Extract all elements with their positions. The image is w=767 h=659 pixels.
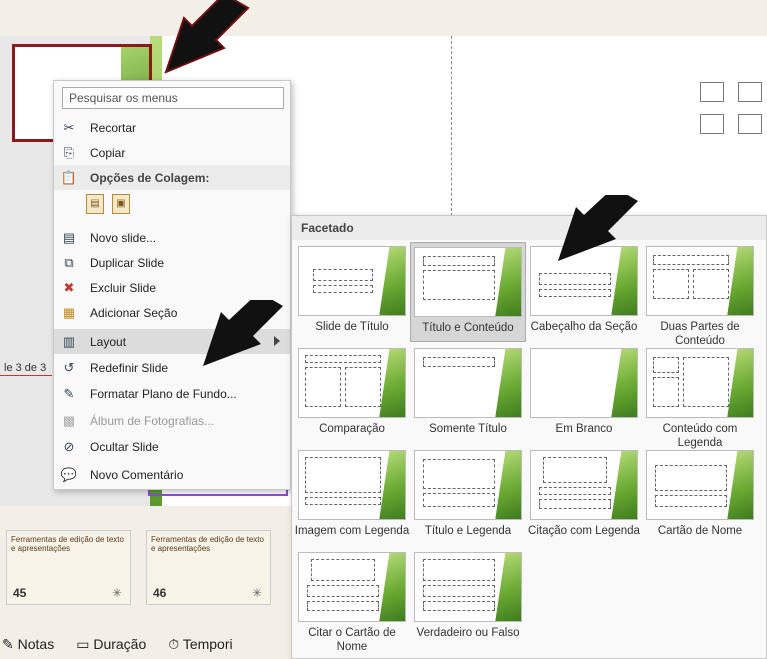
status-bar: ✎ Notas ▭ Duração ⏱ Tempori bbox=[0, 630, 295, 659]
duration-button[interactable]: ▭ Duração bbox=[76, 636, 146, 653]
paste-keep-format-icon[interactable]: ▤ bbox=[86, 194, 104, 214]
selection-frame bbox=[148, 490, 288, 496]
layout-em-branco[interactable]: Em Branco bbox=[526, 344, 642, 444]
paste-options: ▤ ▣ bbox=[86, 194, 130, 214]
add-section-icon: ▦ bbox=[62, 304, 76, 320]
reset-slide-icon: ↺ bbox=[63, 359, 75, 375]
paste-options-header: 📋 Opções de Colagem: bbox=[54, 165, 290, 190]
menu-item-label: Copiar bbox=[90, 145, 126, 160]
scissors-icon: ✂ bbox=[63, 119, 75, 135]
copy-icon: ⎘ bbox=[63, 144, 75, 160]
layout-label: Título e Legenda bbox=[424, 525, 512, 537]
menu-item-excluir-slide[interactable]: ✖ Excluir Slide bbox=[54, 275, 290, 300]
slide-number: 46 bbox=[153, 586, 167, 600]
sparkle-icon: ✳ bbox=[111, 586, 122, 600]
slide-thumb-46[interactable]: Ferramentas de edição de texto e apresen… bbox=[146, 530, 271, 605]
notes-label: Notas bbox=[17, 636, 55, 652]
layout-duas-partes[interactable]: Duas Partes de Conteúdo bbox=[642, 242, 758, 347]
menu-item-novo-slide[interactable]: ▤ Novo slide... bbox=[54, 225, 290, 250]
layout-label: Cartão de Nome bbox=[657, 525, 743, 537]
menu-item-label: Redefinir Slide bbox=[90, 360, 169, 375]
layout-icon: ▥ bbox=[62, 333, 76, 349]
menu-item-label: Adicionar Seção bbox=[90, 305, 178, 320]
layout-titulo-e-legenda[interactable]: Título e Legenda bbox=[410, 446, 526, 546]
layout-label: Imagem com Legenda bbox=[294, 525, 410, 537]
placeholder-border bbox=[451, 36, 452, 216]
layout-comparacao[interactable]: Comparação bbox=[294, 344, 410, 444]
menu-item-duplicar-slide[interactable]: ⧉ Duplicar Slide bbox=[54, 250, 290, 275]
menu-item-novo-comentario[interactable]: 💬 Novo Comentário bbox=[54, 462, 290, 487]
delete-slide-icon: ✖ bbox=[63, 279, 75, 295]
sparkle-icon: ✳ bbox=[251, 586, 262, 600]
menu-item-label: Formatar Plano de Fundo... bbox=[90, 386, 237, 401]
layout-label: Verdadeiro ou Falso bbox=[416, 627, 520, 639]
slide-thumb-title: Ferramentas de edição de texto e apresen… bbox=[151, 535, 264, 553]
layout-cartao-de-nome[interactable]: Cartão de Nome bbox=[642, 446, 758, 546]
menu-item-recortar[interactable]: ✂ Recortar bbox=[54, 115, 290, 140]
layout-titulo-e-conteudo[interactable]: Título e Conteúdo bbox=[410, 242, 526, 342]
layout-citacao-com-legenda[interactable]: Citação com Legenda bbox=[526, 446, 642, 546]
gallery-header: Facetado bbox=[292, 216, 766, 240]
layout-imagem-com-legenda[interactable]: Imagem com Legenda bbox=[294, 446, 410, 546]
menu-item-label: Recortar bbox=[90, 120, 137, 135]
photo-album-icon: ▩ bbox=[62, 412, 76, 428]
paste-picture-icon[interactable]: ▣ bbox=[112, 194, 130, 214]
menu-item-label: Opções de Colagem: bbox=[90, 170, 210, 185]
menu-item-album: ▩ Álbum de Fotografias... bbox=[54, 408, 290, 433]
menu-item-label: Duplicar Slide bbox=[90, 255, 165, 270]
menu-item-formatar-plano[interactable]: ✎ Formatar Plano de Fundo... bbox=[54, 381, 290, 406]
layout-conteudo-com-legenda[interactable]: Conteúdo com Legenda bbox=[642, 344, 758, 449]
layout-label: Citar o Cartão de Nome bbox=[308, 627, 396, 653]
slide-number: 45 bbox=[13, 586, 27, 600]
layout-label: Slide de Título bbox=[315, 321, 389, 333]
hide-slide-icon: ⊘ bbox=[63, 438, 75, 454]
menu-item-ocultar-slide[interactable]: ⊘ Ocultar Slide bbox=[54, 434, 290, 459]
annotation-arrow-icon bbox=[558, 195, 638, 261]
layout-label: Somente Título bbox=[429, 423, 507, 435]
timing-label: Tempori bbox=[182, 636, 233, 652]
slide-thumb-45[interactable]: Ferramentas de edição de texto e apresen… bbox=[6, 530, 131, 605]
menu-item-label: Novo Comentário bbox=[90, 467, 184, 482]
new-slide-icon: ▤ bbox=[62, 229, 76, 245]
layout-label: Comparação bbox=[319, 423, 385, 435]
duration-label: Duração bbox=[93, 636, 147, 652]
layout-somente-titulo[interactable]: Somente Título bbox=[410, 344, 526, 444]
divider bbox=[0, 375, 52, 376]
menu-item-label: Ocultar Slide bbox=[90, 439, 159, 454]
layout-citar-cartao-de-nome[interactable]: Citar o Cartão de Nome bbox=[294, 548, 410, 653]
clipboard-icon: 📋 bbox=[60, 169, 78, 185]
layout-gallery: Facetado Slide de Título Título e Conteú… bbox=[291, 215, 767, 659]
slide-thumb-title: Ferramentas de edição de texto e apresen… bbox=[11, 535, 124, 553]
layout-label: Em Branco bbox=[555, 423, 613, 435]
notes-button[interactable]: ✎ Notas bbox=[2, 636, 54, 653]
annotation-arrow-icon bbox=[203, 300, 283, 366]
online-picture-icon[interactable] bbox=[700, 82, 724, 102]
layout-label: Citação com Legenda bbox=[528, 525, 640, 537]
menu-item-label: Layout bbox=[90, 334, 127, 349]
new-comment-icon: 💬 bbox=[60, 466, 78, 482]
top-band bbox=[0, 0, 767, 36]
menu-item-copiar[interactable]: ⎘ Copiar bbox=[54, 140, 290, 165]
screen-icon[interactable] bbox=[738, 82, 762, 102]
menu-search-input[interactable]: Pesquisar os menus bbox=[62, 87, 284, 109]
menu-item-label: Excluir Slide bbox=[90, 280, 157, 295]
layout-label: Título e Conteúdo bbox=[422, 322, 514, 334]
layout-verdadeiro-ou-falso[interactable]: Verdadeiro ou Falso bbox=[410, 548, 526, 648]
layout-slide-de-titulo[interactable]: Slide de Título bbox=[294, 242, 410, 342]
context-menu: Pesquisar os menus ✂ Recortar ⎘ Copiar 📋 Op… bbox=[53, 80, 291, 490]
timing-button[interactable]: ⏱ Tempori bbox=[168, 636, 232, 653]
duplicate-slide-icon: ⧉ bbox=[64, 254, 74, 270]
3d-model-icon[interactable] bbox=[700, 114, 724, 134]
video-icon[interactable] bbox=[738, 114, 762, 134]
menu-item-label: Novo slide... bbox=[90, 230, 157, 245]
menu-item-label: Álbum de Fotografias... bbox=[90, 413, 215, 428]
format-background-icon: ✎ bbox=[63, 385, 75, 401]
layout-label: Cabeçalho da Seção bbox=[530, 321, 638, 333]
annotation-arrow-icon bbox=[164, 0, 250, 74]
